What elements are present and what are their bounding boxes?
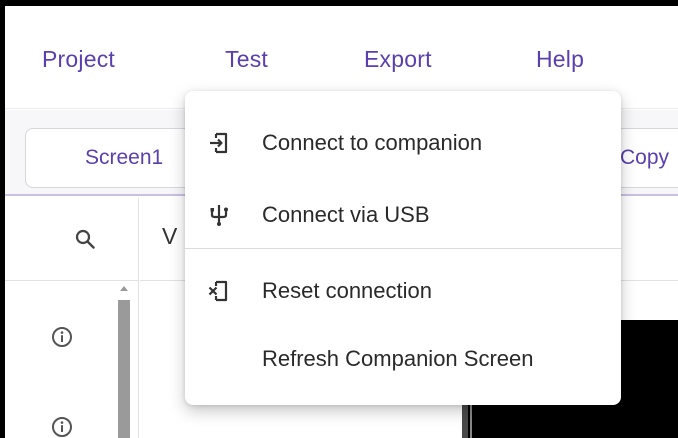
- menu-test[interactable]: Test: [225, 46, 268, 73]
- menu-item-label: Refresh Companion Screen: [262, 346, 534, 371]
- component-palette: [5, 198, 139, 438]
- companion-connect-icon: [210, 132, 228, 154]
- menu-item-label: Reset connection: [262, 278, 432, 303]
- info-icon[interactable]: [51, 416, 73, 438]
- palette-scrollbar[interactable]: [117, 286, 131, 438]
- app-window: Project Test Export Help Screen1 Copy V …: [5, 6, 678, 438]
- menu-help[interactable]: Help: [536, 46, 584, 73]
- menu-export[interactable]: Export: [364, 46, 432, 73]
- scroll-up-arrow-icon[interactable]: [120, 286, 128, 291]
- menu-item-reset-connection[interactable]: Reset connection: [185, 261, 621, 321]
- menu-item-connect-usb[interactable]: Connect via USB: [185, 185, 621, 245]
- screen-selector-label: Screen1: [85, 146, 164, 169]
- info-icon[interactable]: [51, 326, 73, 348]
- search-icon[interactable]: [75, 229, 95, 249]
- copy-button-label: Copy: [620, 146, 670, 169]
- menu-item-refresh-companion[interactable]: Refresh Companion Screen: [185, 329, 621, 389]
- menu-item-label: Connect to companion: [262, 130, 483, 155]
- menu-item-label: Connect via USB: [262, 202, 430, 227]
- test-dropdown-menu: Connect to companion Connect via USB Res…: [185, 91, 621, 405]
- menu-item-connect-companion[interactable]: Connect to companion: [185, 113, 621, 173]
- viewer-header-partial: V: [162, 223, 178, 249]
- menu-project[interactable]: Project: [42, 46, 115, 73]
- reset-connection-icon: [208, 280, 228, 302]
- menu-separator: [185, 248, 621, 249]
- palette-divider: [5, 280, 139, 281]
- usb-icon: [210, 205, 228, 226]
- scrollbar-thumb[interactable]: [118, 300, 130, 438]
